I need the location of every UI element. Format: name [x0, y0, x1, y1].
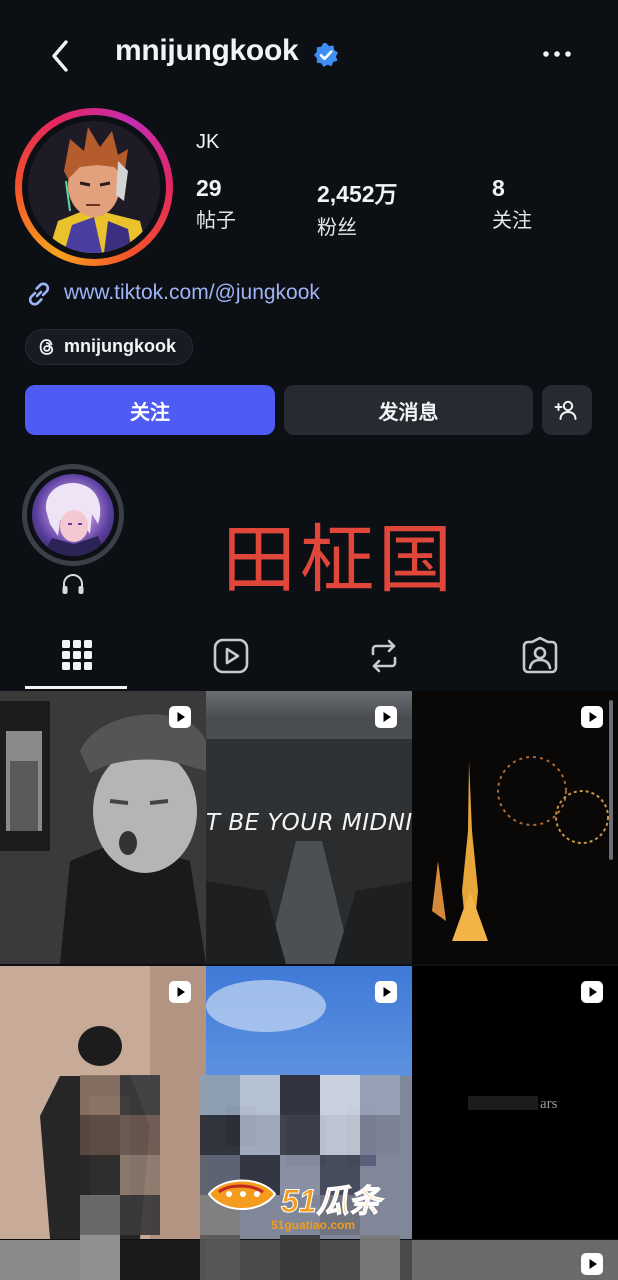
post-thumbnail[interactable] — [412, 691, 618, 964]
watermark-logo: 51瓜条 51guatiao.com — [205, 1170, 425, 1240]
active-tab-indicator — [25, 686, 127, 689]
posts-label: 帖子 — [196, 210, 236, 232]
threads-icon — [39, 339, 54, 355]
following-count: 8 — [492, 175, 505, 201]
highlight-cover[interactable] — [32, 474, 114, 556]
add-person-icon — [554, 400, 577, 420]
link-icon — [28, 282, 50, 306]
reel-play-icon — [169, 706, 191, 728]
followers-stat[interactable]: 2,452万 粉丝 — [317, 175, 398, 240]
back-chevron-icon[interactable] — [44, 36, 80, 76]
following-stat[interactable]: 8 关注 — [492, 175, 532, 233]
posts-stat[interactable]: 29 帖子 — [196, 175, 236, 233]
more-options-icon[interactable] — [540, 44, 574, 64]
post-caption-midnight: T BE YOUR MIDNIGHT — [206, 810, 412, 836]
overlay-caption: 田柾国 — [222, 517, 456, 603]
follow-button[interactable]: 关注 — [25, 385, 275, 435]
reel-play-icon — [581, 706, 603, 728]
profile-avatar[interactable] — [28, 121, 160, 253]
suggest-user-button[interactable] — [542, 385, 592, 435]
profile-link[interactable]: www.tiktok.com/@jungkook — [64, 281, 320, 305]
post-thumbnail[interactable] — [0, 691, 206, 964]
threads-handle: mnijungkook — [64, 336, 176, 356]
display-name: JK — [196, 131, 220, 153]
followers-count: 2,452万 — [317, 181, 398, 207]
reel-play-icon — [169, 981, 191, 1003]
grid-tab-icon[interactable] — [57, 636, 97, 676]
post-caption-ars: ars — [540, 1096, 558, 1112]
reels-tab-icon[interactable] — [211, 636, 251, 676]
watermark-brand: 51瓜条 — [281, 1183, 382, 1220]
verified-badge-icon — [314, 43, 338, 67]
headphones-icon — [62, 574, 84, 594]
tagged-tab-icon[interactable] — [520, 636, 560, 676]
reel-play-icon — [375, 981, 397, 1003]
reel-play-icon — [581, 1253, 603, 1275]
message-button[interactable]: 发消息 — [284, 385, 533, 435]
watermark-url: 51guatiao.com — [271, 1218, 356, 1232]
reel-play-icon — [375, 706, 397, 728]
scrollbar[interactable] — [609, 700, 613, 860]
post-thumbnail[interactable] — [412, 966, 618, 1239]
followers-label: 粉丝 — [317, 217, 357, 239]
repost-tab-icon[interactable] — [364, 636, 404, 676]
following-label: 关注 — [492, 210, 532, 232]
posts-count: 29 — [196, 175, 222, 201]
reel-play-icon — [581, 981, 603, 1003]
profile-username: mnijungkook — [115, 34, 299, 67]
